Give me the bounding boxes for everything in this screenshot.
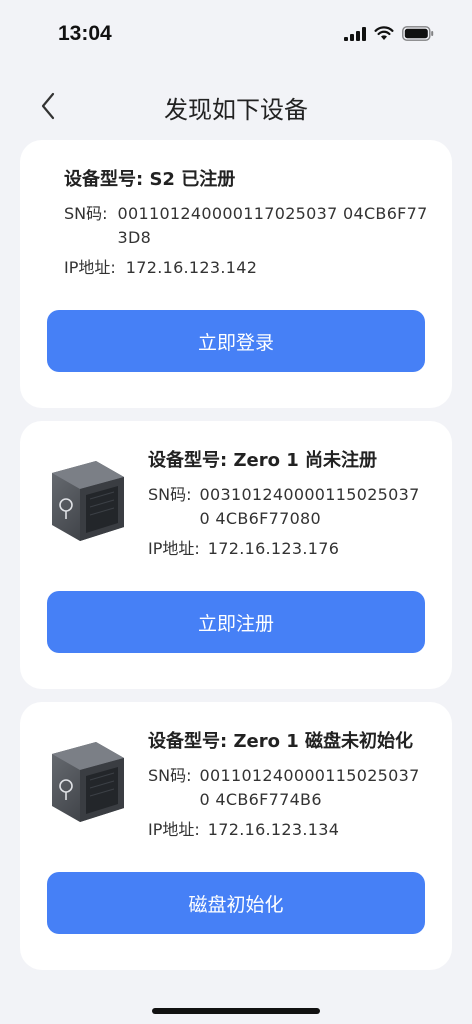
device-info: 设备型号: Zero 1 尚未注册 SN码: 00310124000011502…	[148, 447, 428, 567]
sn-label: SN码:	[64, 204, 108, 223]
home-indicator[interactable]	[152, 1008, 320, 1014]
device-info: 设备型号: Zero 1 磁盘未初始化 SN码: 001101240000115…	[148, 728, 428, 848]
sn-row: SN码: 0031012400001150250370 4CB6F77080	[148, 483, 428, 531]
device-card-zero1-disk: 设备型号: Zero 1 磁盘未初始化 SN码: 001101240000115…	[20, 702, 452, 970]
device-image	[52, 742, 124, 822]
device-card-zero1-unregistered: 设备型号: Zero 1 尚未注册 SN码: 00310124000011502…	[20, 421, 452, 689]
ip-row: IP地址: 172.16.123.176	[148, 537, 428, 561]
ip-row: IP地址: 172.16.123.142	[64, 256, 428, 280]
device-model-title: 设备型号: Zero 1 磁盘未初始化	[148, 731, 414, 752]
wifi-icon	[374, 26, 394, 40]
device-model-title: 设备型号: S2 已注册	[64, 169, 236, 190]
ip-label: IP地址:	[148, 820, 200, 839]
device-image	[52, 461, 124, 541]
sn-row: SN码: 0011012400001150250370 4CB6F774B6	[148, 764, 428, 812]
status-icons	[344, 26, 434, 41]
sn-value: 001101240000117025037 04CB6F773D8	[117, 204, 428, 247]
device-card-s2: 设备型号: S2 已注册 SN码: 001101240000117025037 …	[20, 140, 452, 408]
sn-label: SN码:	[148, 766, 192, 785]
login-button[interactable]: 立即登录	[47, 310, 425, 372]
register-button[interactable]: 立即注册	[47, 591, 425, 653]
device-info: 设备型号: S2 已注册 SN码: 001101240000117025037 …	[64, 166, 428, 286]
sn-label: SN码:	[148, 485, 192, 504]
ip-value: 172.16.123.142	[125, 258, 258, 277]
sn-value: 0031012400001150250370 4CB6F77080	[199, 485, 420, 528]
ip-label: IP地址:	[64, 258, 116, 277]
sn-row: SN码: 001101240000117025037 04CB6F773D8	[64, 202, 428, 250]
page-title: 发现如下设备	[164, 96, 308, 124]
ip-row: IP地址: 172.16.123.134	[148, 818, 428, 842]
status-bar: 13:04	[0, 0, 472, 70]
battery-icon	[402, 26, 434, 41]
device-model-title: 设备型号: Zero 1 尚未注册	[148, 450, 378, 471]
signal-icon	[344, 26, 366, 41]
status-time: 13:04	[58, 22, 112, 45]
disk-init-button[interactable]: 磁盘初始化	[47, 872, 425, 934]
sn-value: 0011012400001150250370 4CB6F774B6	[199, 766, 420, 809]
ip-value: 172.16.123.176	[207, 539, 340, 558]
ip-label: IP地址:	[148, 539, 200, 558]
ip-value: 172.16.123.134	[207, 820, 340, 839]
nav-bar: 发现如下设备	[0, 80, 472, 132]
